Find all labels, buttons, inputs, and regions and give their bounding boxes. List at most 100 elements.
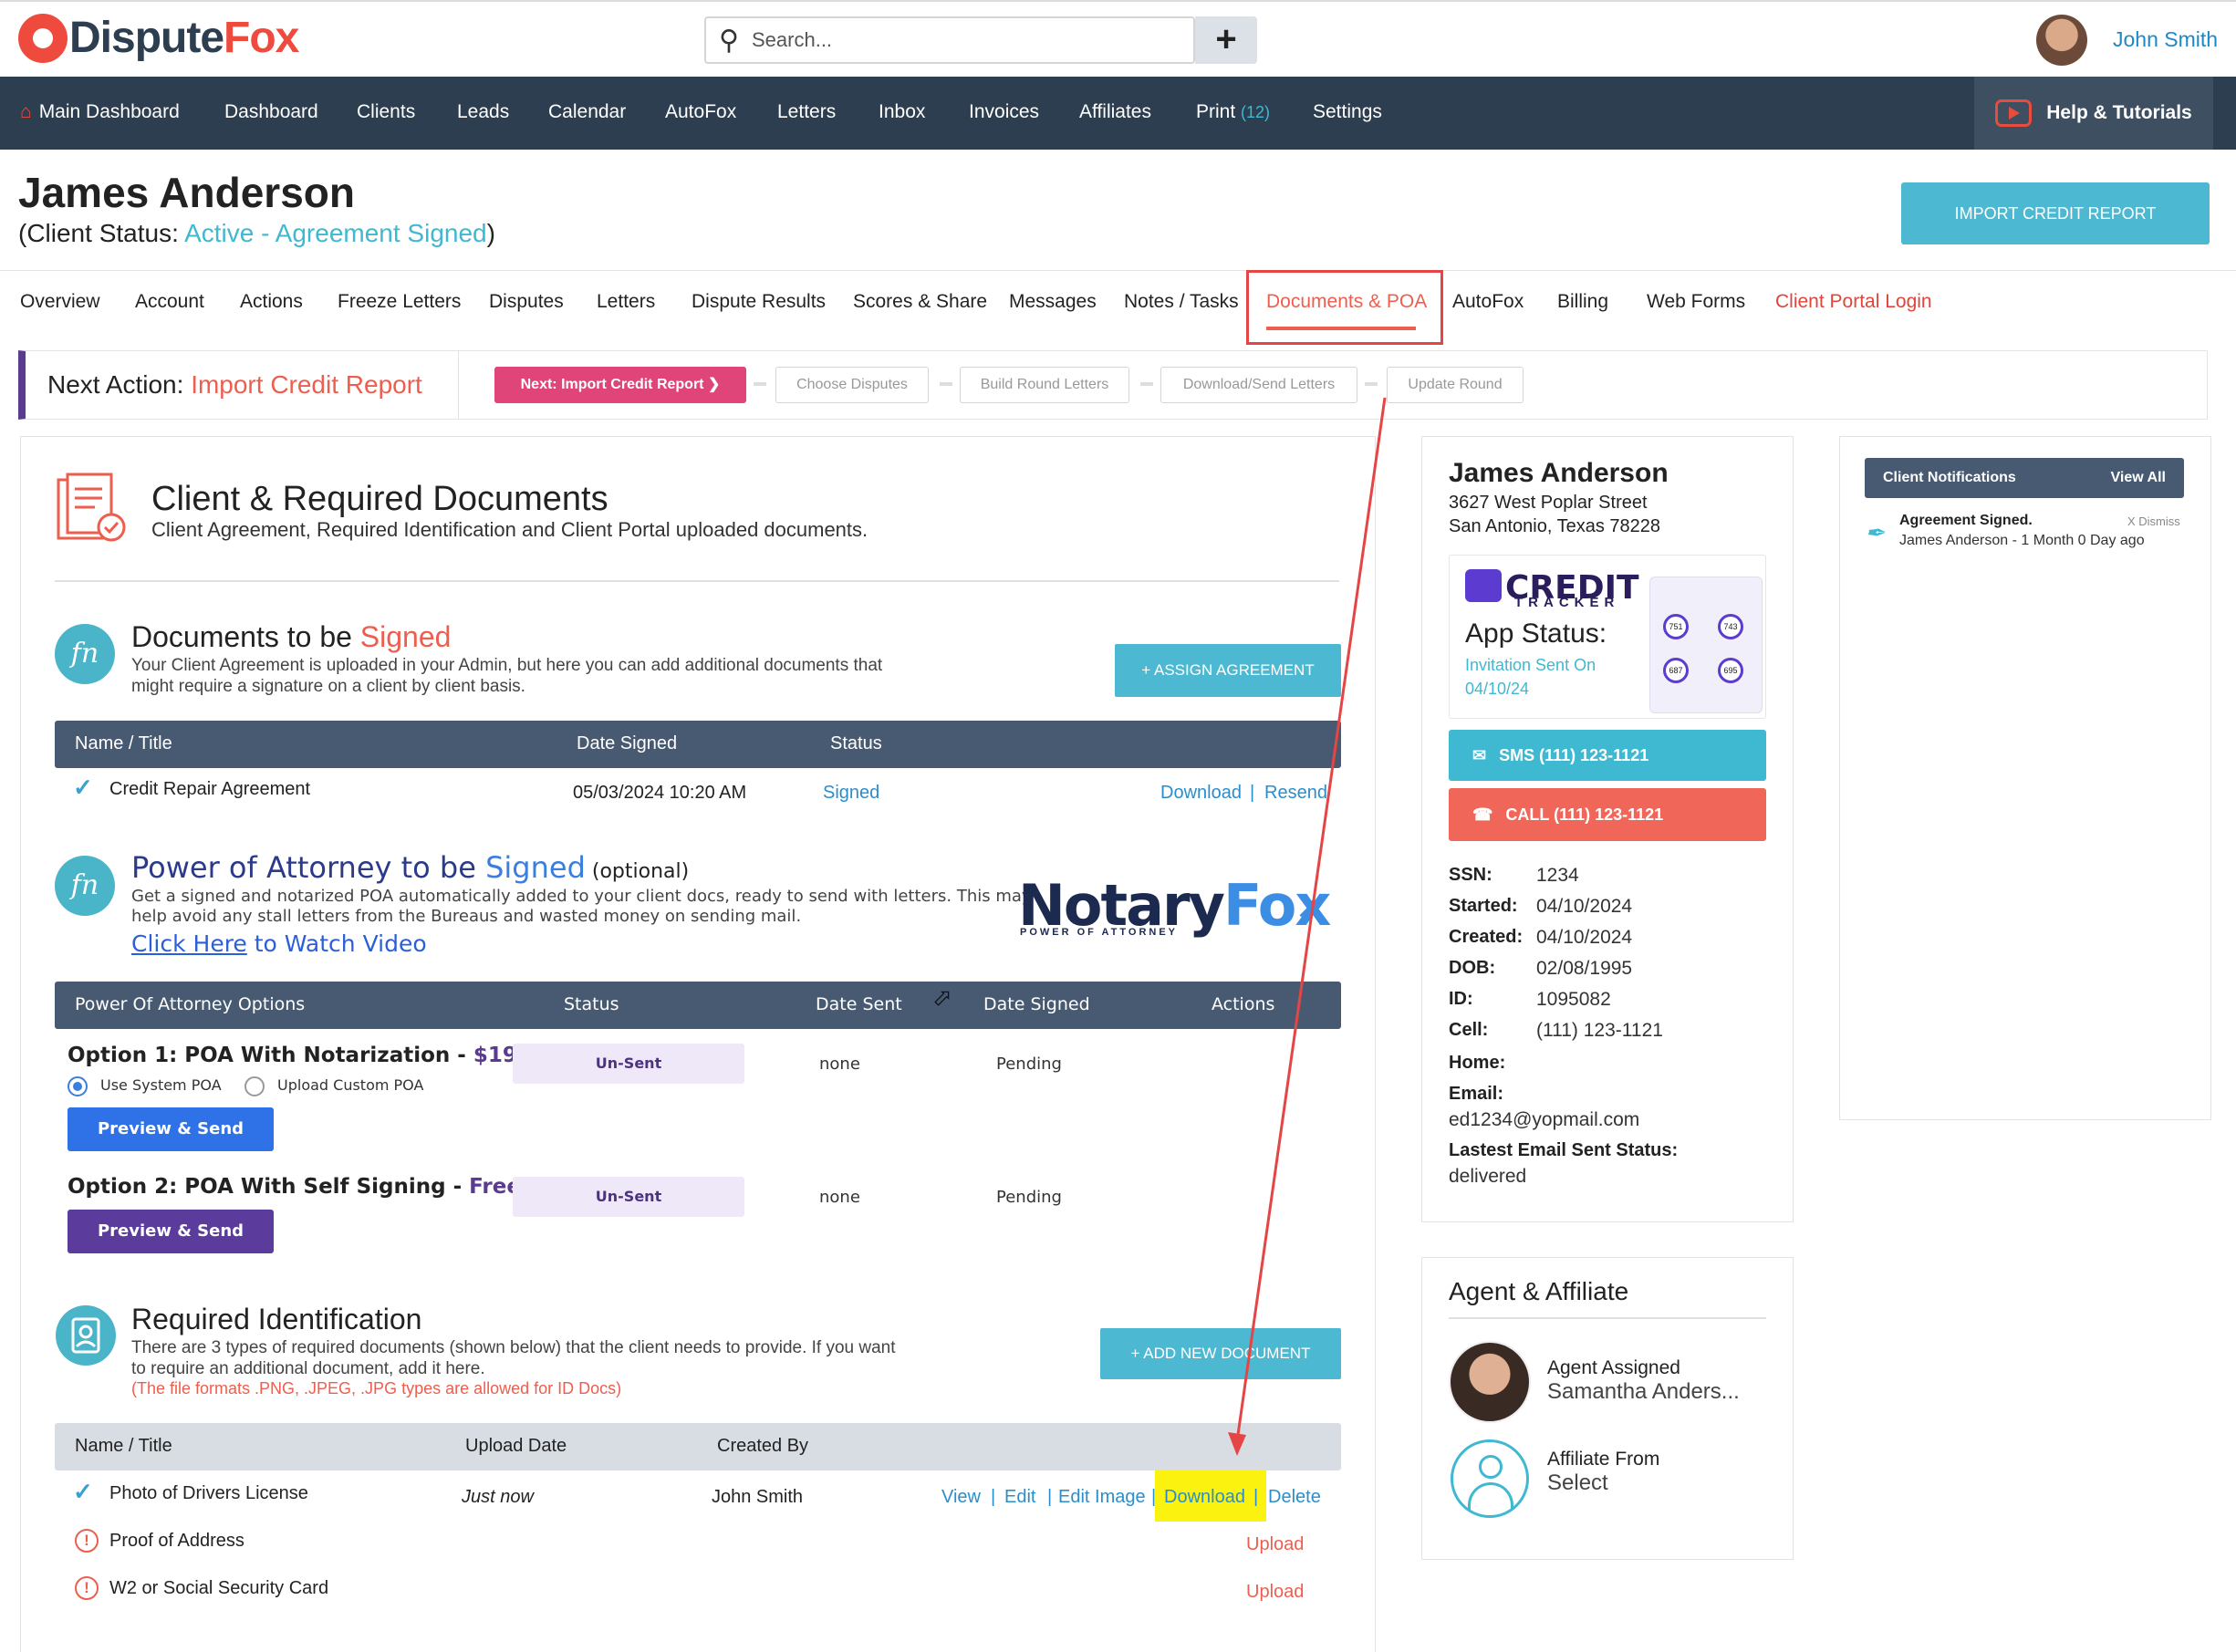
score-gauge: 695 (1718, 658, 1743, 683)
sms-button[interactable]: ✉ SMS (111) 123-1121 (1449, 730, 1766, 781)
notifications-title: Client Notifications (1883, 470, 2016, 485)
title-a: Power of Attorney to be (131, 850, 486, 885)
view-link[interactable]: View (941, 1487, 981, 1508)
step-connector (1140, 382, 1153, 386)
search-input[interactable]: Search... (752, 28, 1193, 52)
import-credit-report-button[interactable]: IMPORT CREDIT REPORT (1901, 182, 2210, 244)
nav-leads[interactable]: Leads (457, 101, 509, 123)
step-download-send-letters[interactable]: Download/Send Letters (1160, 367, 1357, 403)
poa-option-1-sent: none (819, 1055, 860, 1074)
external-link-icon[interactable]: ↗ (1295, 890, 1320, 925)
tab-billing[interactable]: Billing (1557, 291, 1608, 313)
delete-link[interactable]: Delete (1268, 1487, 1321, 1508)
nav-dashboard[interactable]: Dashboard (224, 101, 318, 123)
app-preview-image: 751 743 687 695 (1649, 577, 1763, 713)
dispute-fox-logo[interactable]: Dispute Fox (18, 13, 299, 63)
step-import-credit-report[interactable]: Next: Import Credit Report ❯ (494, 367, 746, 403)
call-label: CALL (111) 123-1121 (1505, 805, 1664, 824)
home-label: Home: (1449, 1053, 1506, 1073)
created-label: Created: (1449, 927, 1524, 947)
tab-dispute-results[interactable]: Dispute Results (692, 291, 826, 313)
status-prefix: (Client Status: (18, 219, 185, 247)
poa-title: Power of Attorney to be Signed (optional… (131, 850, 689, 885)
dismiss-link[interactable]: X Dismiss (2127, 514, 2180, 528)
col-date-signed: Date Signed (577, 733, 678, 753)
status-value: Active - Agreement Signed (184, 219, 487, 247)
nav-main-dashboard[interactable]: ⌂ Main Dashboard (20, 101, 180, 123)
tab-web-forms[interactable]: Web Forms (1647, 291, 1745, 313)
poa-desc: Get a signed and notarized POA automatic… (131, 887, 1032, 927)
add-button[interactable]: + (1195, 16, 1257, 64)
affiliate-from-value[interactable]: Select (1547, 1470, 1608, 1496)
tab-scores-share[interactable]: Scores & Share (853, 291, 987, 313)
download-link[interactable]: Download (1164, 1487, 1245, 1508)
poa-option-1-signed: Pending (996, 1055, 1062, 1074)
ssn-value: 1234 (1536, 865, 1579, 886)
click-here-link[interactable]: Click Here (131, 930, 247, 957)
agreement-resend-link[interactable]: Resend (1264, 783, 1327, 804)
w2-ssc-upload-link[interactable]: Upload (1246, 1582, 1304, 1603)
nav-invoices[interactable]: Invoices (969, 101, 1039, 123)
app-status-label: App Status: (1465, 618, 1607, 649)
preview-send-button-1[interactable]: Preview & Send (68, 1107, 274, 1151)
use-system-poa-radio[interactable] (68, 1076, 88, 1096)
chat-icon: ✉ (1472, 746, 1487, 764)
notification-detail: James Anderson - 1 Month 0 Day ago (1899, 533, 2145, 548)
assign-agreement-button[interactable]: + ASSIGN AGREEMENT (1115, 644, 1341, 697)
tab-disputes[interactable]: Disputes (489, 291, 564, 313)
nav-calendar[interactable]: Calendar (548, 101, 626, 123)
add-new-document-button[interactable]: + ADD NEW DOCUMENT (1100, 1328, 1341, 1379)
edit-link[interactable]: Edit (1004, 1487, 1035, 1508)
nav-print[interactable]: Print (12) (1196, 101, 1270, 123)
required-id-title: Required Identification (131, 1303, 422, 1335)
poa-option-2-status: Un-Sent (513, 1177, 744, 1217)
watch-video-link[interactable]: Click Here to Watch Video (131, 930, 427, 957)
preview-send-button-2[interactable]: Preview & Send (68, 1210, 274, 1253)
upload-custom-poa-radio[interactable] (244, 1076, 265, 1096)
search-box[interactable]: ⚲ Search... (704, 16, 1195, 64)
email-value[interactable]: ed1234@yopmail.com (1449, 1109, 1639, 1131)
nav-letters[interactable]: Letters (777, 101, 836, 123)
signature-icon: fn (55, 624, 115, 684)
help-tutorials-button[interactable]: Help & Tutorials (1974, 77, 2213, 150)
poa-table-header: Power Of Attorney Options Status Date Se… (55, 982, 1341, 1029)
nav-inbox[interactable]: Inbox (879, 101, 925, 123)
tab-messages[interactable]: Messages (1009, 291, 1097, 313)
nav-settings[interactable]: Settings (1313, 101, 1382, 123)
col-date-signed: Date Signed (983, 994, 1090, 1014)
tab-autofox[interactable]: AutoFox (1452, 291, 1524, 313)
warning-icon: ! (75, 1576, 99, 1600)
tab-notes-tasks[interactable]: Notes / Tasks (1124, 291, 1239, 313)
tab-freeze-letters[interactable]: Freeze Letters (338, 291, 461, 313)
notaryfox-tagline: POWER OF ATTORNEY (1020, 927, 1179, 938)
tab-actions[interactable]: Actions (240, 291, 303, 313)
documents-title: Client & Required Documents (151, 480, 608, 518)
edit-image-link[interactable]: Edit Image (1058, 1487, 1146, 1508)
tab-letters[interactable]: Letters (597, 291, 655, 313)
step-build-round-letters[interactable]: Build Round Letters (960, 367, 1129, 403)
cell-value[interactable]: (111) 123-1121 (1536, 1020, 1663, 1042)
separator: | (1250, 783, 1255, 803)
view-all-link[interactable]: View All (2111, 470, 2166, 486)
next-action-label: Next Action: Import Credit Report (47, 370, 422, 400)
step-choose-disputes[interactable]: Choose Disputes (775, 367, 929, 403)
nav-autofox[interactable]: AutoFox (665, 101, 736, 123)
call-button[interactable]: ☎ CALL (111) 123-1121 (1449, 788, 1766, 841)
agent-assigned-value[interactable]: Samantha Anders... (1547, 1379, 1740, 1405)
nav-affiliates[interactable]: Affiliates (1079, 101, 1151, 123)
signed-section-desc-1: Your Client Agreement is uploaded in you… (131, 656, 883, 675)
proof-of-address-upload-link[interactable]: Upload (1246, 1534, 1304, 1555)
col-options: Power Of Attorney Options (75, 994, 306, 1014)
tab-client-portal-login[interactable]: Client Portal Login (1775, 291, 1932, 313)
tab-overview[interactable]: Overview (20, 291, 100, 313)
title-b: Signed (485, 850, 586, 885)
tab-account[interactable]: Account (135, 291, 204, 313)
id-format-note: (The file formats .PNG, .JPEG, .JPG type… (131, 1379, 622, 1397)
step-update-round[interactable]: Update Round (1387, 367, 1524, 403)
user-name-link[interactable]: John Smith (2113, 27, 2218, 52)
nav-clients[interactable]: Clients (357, 101, 415, 123)
user-avatar[interactable] (2036, 15, 2087, 66)
agreement-download-link[interactable]: Download (1160, 783, 1242, 804)
title-c: (optional) (585, 860, 690, 883)
next-action-divider (458, 350, 459, 420)
